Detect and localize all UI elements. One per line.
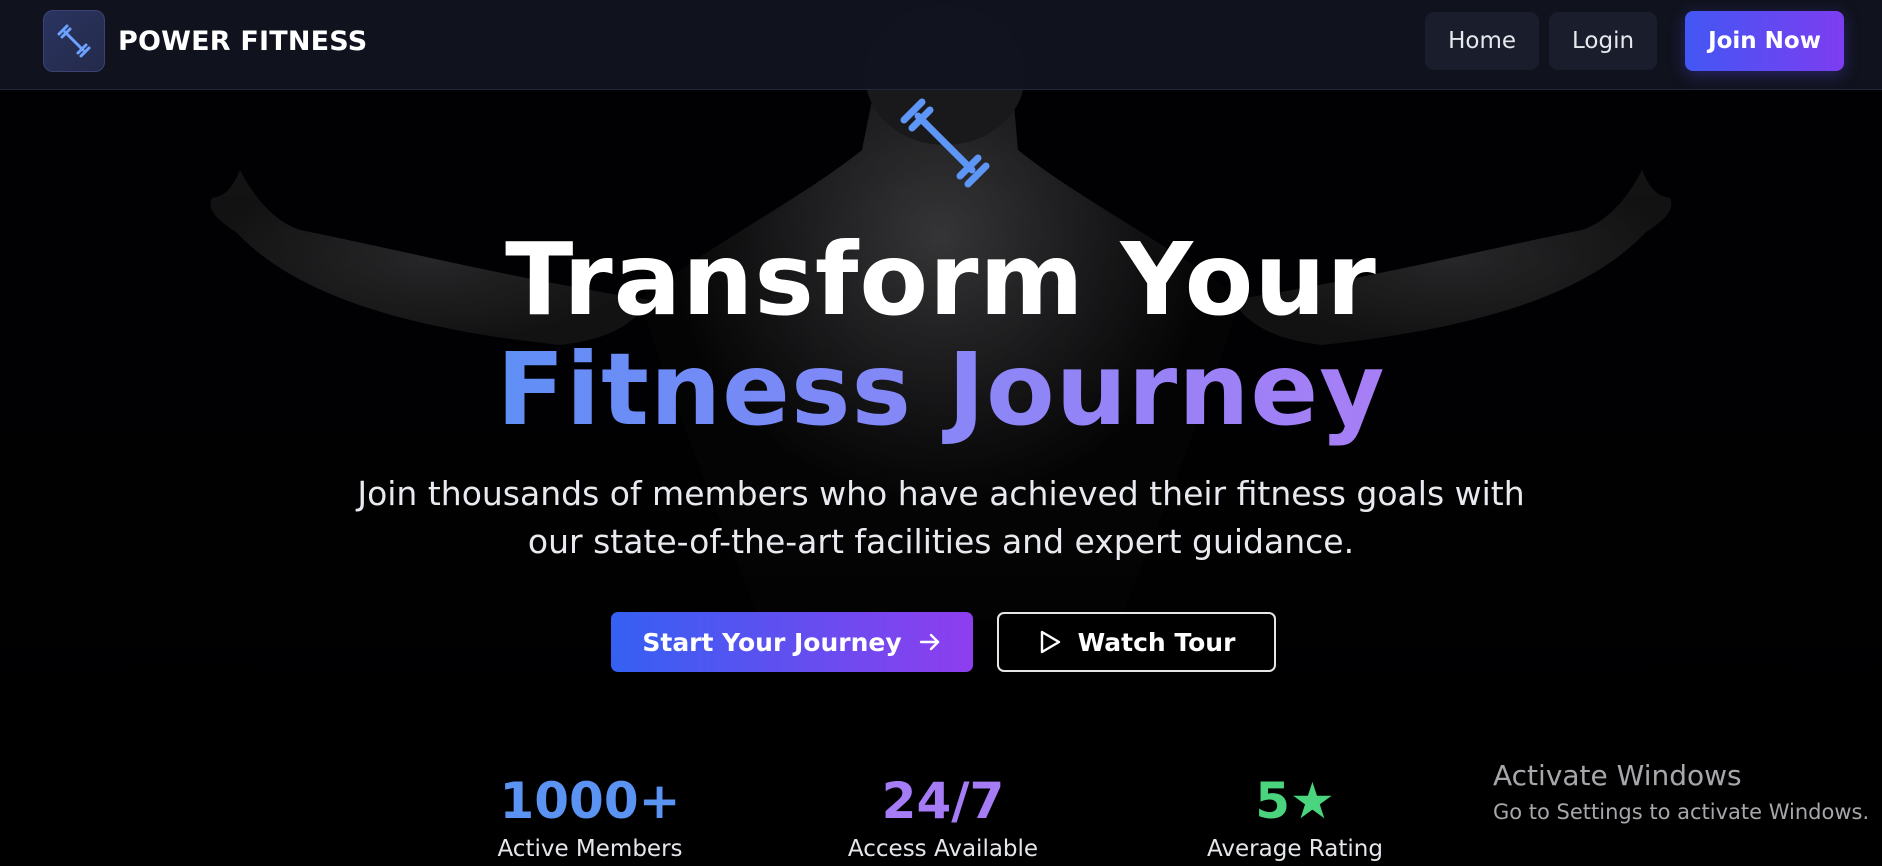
join-now-button[interactable]: Join Now <box>1685 11 1844 71</box>
nav-login-link[interactable]: Login <box>1549 12 1658 70</box>
hero-title-line-2: Fitness Journey <box>0 335 1882 445</box>
dumbbell-icon <box>43 10 105 72</box>
watermark-title: Activate Windows <box>1493 759 1742 792</box>
hero-subtitle-line-1: Join thousands of members who have achie… <box>357 474 1525 513</box>
arrow-right-icon <box>918 630 942 654</box>
watch-tour-button[interactable]: Watch Tour <box>997 612 1276 672</box>
hero-title-line-1: Transform Your <box>505 221 1377 338</box>
dumbbell-icon <box>900 98 990 192</box>
cta-row: Start Your Journey Watch Tour <box>611 612 1276 672</box>
play-icon <box>1038 629 1062 655</box>
hero-subtitle: Join thousands of members who have achie… <box>0 470 1882 566</box>
stat-active-members: 1000+ Active Members <box>470 770 710 864</box>
top-navbar: POWER FITNESS Home Login Join Now <box>0 0 1882 90</box>
stat-label: Average Rating <box>1207 836 1383 862</box>
landing-page: POWER FITNESS Home Login Join Now Transf… <box>0 0 1882 866</box>
hero-subtitle-line-2: our state-of-the-art facilities and expe… <box>527 522 1355 561</box>
watermark-subtitle: Go to Settings to activate Windows. <box>1493 800 1870 824</box>
stat-label: Access Available <box>847 836 1039 862</box>
stat-value: 1000+ <box>499 772 681 830</box>
brand-name: POWER FITNESS <box>118 25 368 57</box>
stat-label: Active Members <box>497 836 683 862</box>
stat-access-available: 24/7 Access Available <box>823 770 1063 864</box>
nav-links: Home Login Join Now <box>1415 11 1844 71</box>
brand[interactable]: POWER FITNESS <box>43 10 367 72</box>
hero-title-gradient-text: Fitness Journey <box>496 331 1386 448</box>
watch-tour-label: Watch Tour <box>1077 627 1236 657</box>
stat-average-rating: 5★ Average Rating <box>1175 770 1415 864</box>
windows-activation-watermark: Activate Windows Go to Settings to activ… <box>1493 758 1869 828</box>
stat-value: 5★ <box>1255 772 1335 830</box>
stat-value: 24/7 <box>881 772 1005 830</box>
nav-home-link[interactable]: Home <box>1425 12 1539 70</box>
start-journey-button[interactable]: Start Your Journey <box>611 612 973 672</box>
start-journey-label: Start Your Journey <box>642 627 902 657</box>
